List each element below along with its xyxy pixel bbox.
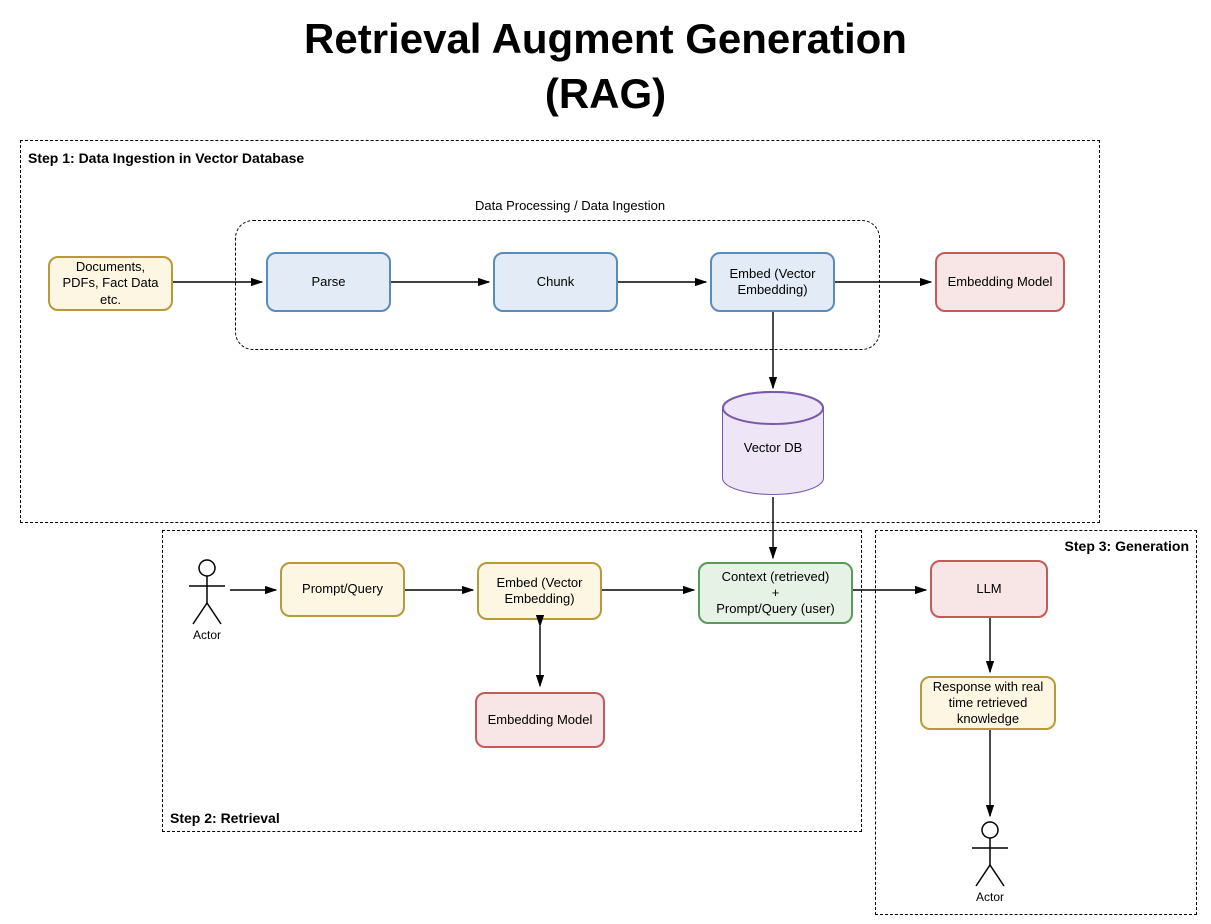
node-embedding-model-retrieval: Embedding Model: [475, 692, 605, 748]
vector-db-label: Vector DB: [718, 440, 828, 455]
step2-label: Step 2: Retrieval: [170, 810, 280, 826]
actor-user-label: Actor: [171, 628, 243, 642]
node-embed-retrieval: Embed (Vector Embedding): [477, 562, 602, 620]
node-parse: Parse: [266, 252, 391, 312]
node-documents: Documents, PDFs, Fact Data etc.: [48, 256, 173, 311]
diagram-stage: Retrieval Augment Generation (RAG) Step …: [0, 0, 1211, 924]
step1-label: Step 1: Data Ingestion in Vector Databas…: [28, 150, 304, 166]
main-title-line2: (RAG): [0, 70, 1211, 118]
node-llm: LLM: [930, 560, 1048, 618]
step3-label: Step 3: Generation: [1065, 538, 1189, 554]
node-chunk: Chunk: [493, 252, 618, 312]
node-context-plus-prompt: Context (retrieved) + Prompt/Query (user…: [698, 562, 853, 624]
actor-output-label: Actor: [954, 890, 1026, 904]
node-embed-ingest: Embed (Vector Embedding): [710, 252, 835, 312]
node-response: Response with real time retrieved knowle…: [920, 676, 1056, 730]
main-title-line1: Retrieval Augment Generation: [0, 15, 1211, 63]
node-vector-db: Vector DB: [718, 390, 828, 495]
node-prompt-query: Prompt/Query: [280, 562, 405, 617]
actor-output: Actor: [966, 820, 1014, 898]
actor-user: Actor: [183, 558, 231, 636]
step1-inner-label: Data Processing / Data Ingestion: [475, 198, 665, 213]
node-embedding-model-ingest: Embedding Model: [935, 252, 1065, 312]
